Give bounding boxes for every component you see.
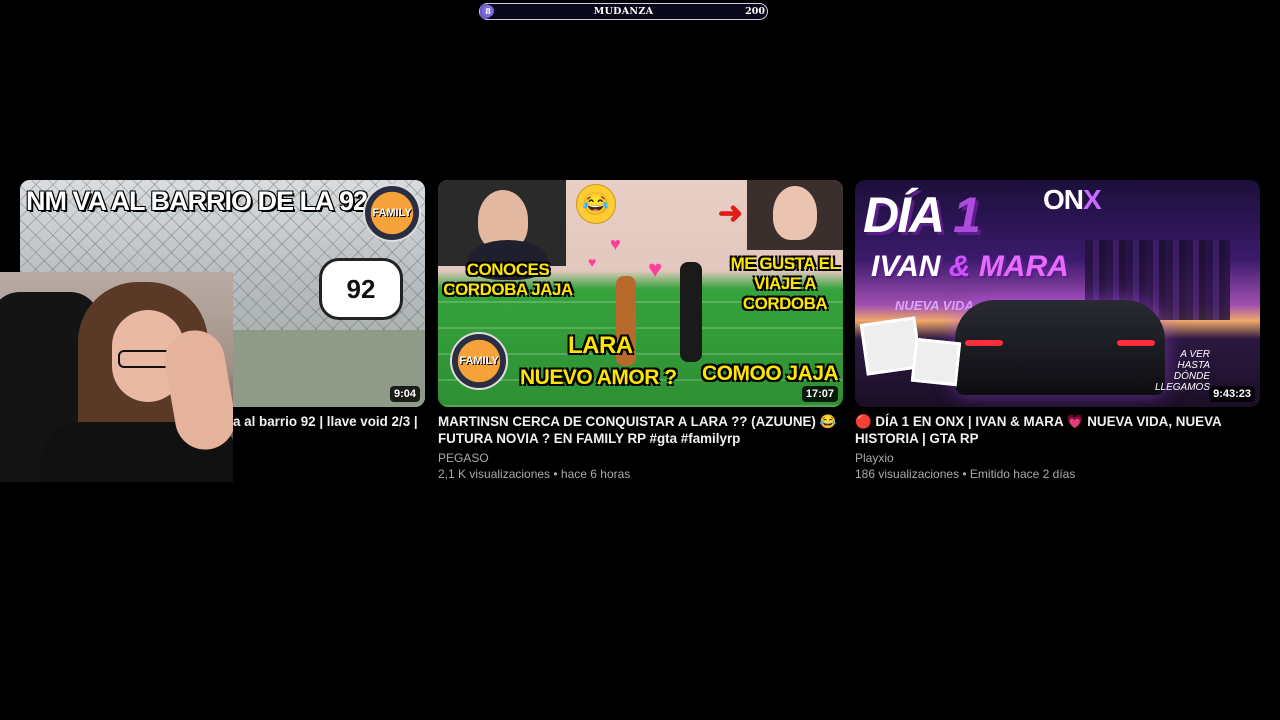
onx-logo-x: X — [1083, 184, 1102, 215]
thumbnail-corner-text: A VER HASTA DÓNDE LLEGAMOS — [1154, 349, 1210, 393]
family-rp-logo: FAMILY — [363, 184, 421, 242]
thumbnail-caption-3: LARA — [568, 332, 633, 359]
streamer-face — [773, 186, 817, 240]
thumbnail-name-2: MARA — [978, 250, 1069, 283]
graffiti-92: 92 — [319, 258, 403, 320]
car-taillight — [965, 340, 1003, 346]
thumbnail-ampersand: & — [948, 250, 971, 283]
family-rp-logo: FAMILY — [450, 332, 508, 390]
streamer-webcam-right — [747, 180, 843, 250]
thumbnail-caption-5: COMOO JAJA — [702, 362, 839, 385]
heart-icon: ♥ — [588, 254, 597, 270]
polaroid-photo — [910, 337, 962, 387]
donation-goal-bar: 8 MUDANZA 200 — [479, 3, 768, 20]
video-card-3[interactable]: DÍA 1 IVAN & MARA NUEVA VIDA ONX A VER H… — [855, 180, 1260, 482]
video-title[interactable]: 🔴 DÍA 1 EN ONX | IVAN & MARA 💗 NUEVA VID… — [855, 413, 1260, 447]
goal-target: 200 — [745, 6, 765, 17]
thumbnail-caption-2: ME GUSTA EL VIAJE A CORDOBA — [730, 254, 840, 313]
video-meta: 2,1 K visualizaciones • hace 6 horas — [438, 467, 631, 481]
heart-icon: ♥ — [648, 256, 663, 283]
heart-icon: ♥ — [610, 234, 621, 254]
video-duration: 9:43:23 — [1209, 386, 1255, 402]
sports-car — [955, 300, 1165, 395]
goal-title: MUDANZA — [593, 6, 654, 17]
video-duration: 9:04 — [389, 386, 420, 402]
channel-name[interactable]: PEGASO — [438, 450, 843, 466]
video-duration: 17:07 — [801, 386, 838, 402]
video-card-2[interactable]: 😂 ♥ ♥ ♥ ➜ CONOCES CORDOBA JAJA ME GUSTA … — [438, 180, 843, 482]
thumbnail-names: IVAN & MARA — [871, 250, 1069, 284]
streamer-webcam-left — [438, 180, 566, 280]
video-thumbnail[interactable]: DÍA 1 IVAN & MARA NUEVA VIDA ONX A VER H… — [855, 180, 1260, 407]
onx-logo-text: ON — [1043, 184, 1084, 215]
laughing-emoji-icon: 😂 — [576, 184, 616, 224]
red-arrow-icon: ➜ — [717, 197, 743, 230]
thumbnail-headline: NM VA AL BARRIO DE LA 92 — [26, 186, 368, 216]
thumbnail-caption-4: NUEVO AMOR ? — [520, 366, 677, 389]
streamer-webcam-overlay — [0, 272, 233, 482]
character-female — [680, 262, 702, 362]
car-taillight — [1117, 340, 1155, 346]
thumbnail-subtitle: NUEVA VIDA — [895, 298, 974, 313]
channel-name[interactable]: Playxio — [855, 450, 1260, 466]
video-title[interactable]: MARTINSN CERCA DE CONQUISTAR A LARA ?? (… — [438, 413, 843, 447]
thumbnail-title: DÍA 1 — [863, 186, 981, 244]
thumbnail-name-1: IVAN — [871, 250, 941, 283]
onx-logo: ONX — [1043, 184, 1102, 216]
thumbnail-title-word: DÍA — [863, 187, 943, 243]
video-thumbnail[interactable]: 😂 ♥ ♥ ♥ ➜ CONOCES CORDOBA JAJA ME GUSTA … — [438, 180, 843, 407]
video-meta: 186 visualizaciones • Emitido hace 2 día… — [855, 467, 1076, 481]
thumbnail-caption-1: CONOCES CORDOBA JAJA — [443, 260, 573, 299]
thumbnail-day-number: 1 — [953, 187, 981, 243]
